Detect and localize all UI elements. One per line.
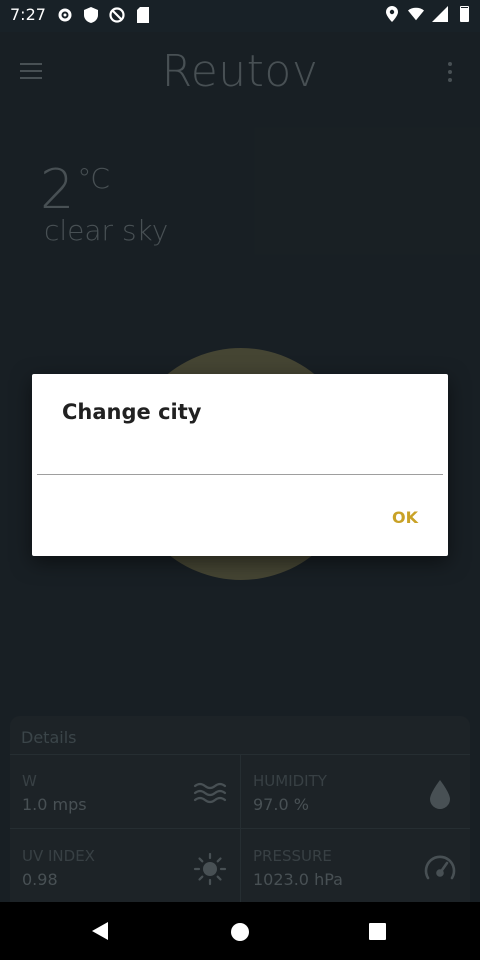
no-disturb-icon bbox=[109, 7, 125, 23]
signal-icon bbox=[432, 6, 448, 22]
back-icon[interactable] bbox=[92, 922, 108, 940]
status-bar: 7:27 bbox=[0, 0, 480, 32]
dialog-title: Change city bbox=[62, 400, 202, 424]
status-icons-left bbox=[57, 7, 151, 23]
shield-icon bbox=[83, 7, 99, 23]
ok-button[interactable]: OK bbox=[392, 508, 418, 527]
home-icon[interactable] bbox=[231, 923, 249, 941]
sd-card-icon bbox=[135, 7, 151, 23]
status-icons-right bbox=[384, 6, 472, 22]
gear-icon bbox=[57, 7, 73, 23]
battery-icon bbox=[456, 6, 472, 22]
battery-level bbox=[460, 8, 468, 21]
wifi-icon bbox=[408, 6, 424, 22]
recents-icon[interactable] bbox=[369, 923, 386, 940]
status-time: 7:27 bbox=[10, 5, 46, 24]
city-input[interactable] bbox=[37, 444, 443, 475]
location-icon bbox=[384, 6, 400, 22]
change-city-dialog: Change city OK bbox=[32, 374, 448, 556]
navigation-bar bbox=[0, 902, 480, 960]
